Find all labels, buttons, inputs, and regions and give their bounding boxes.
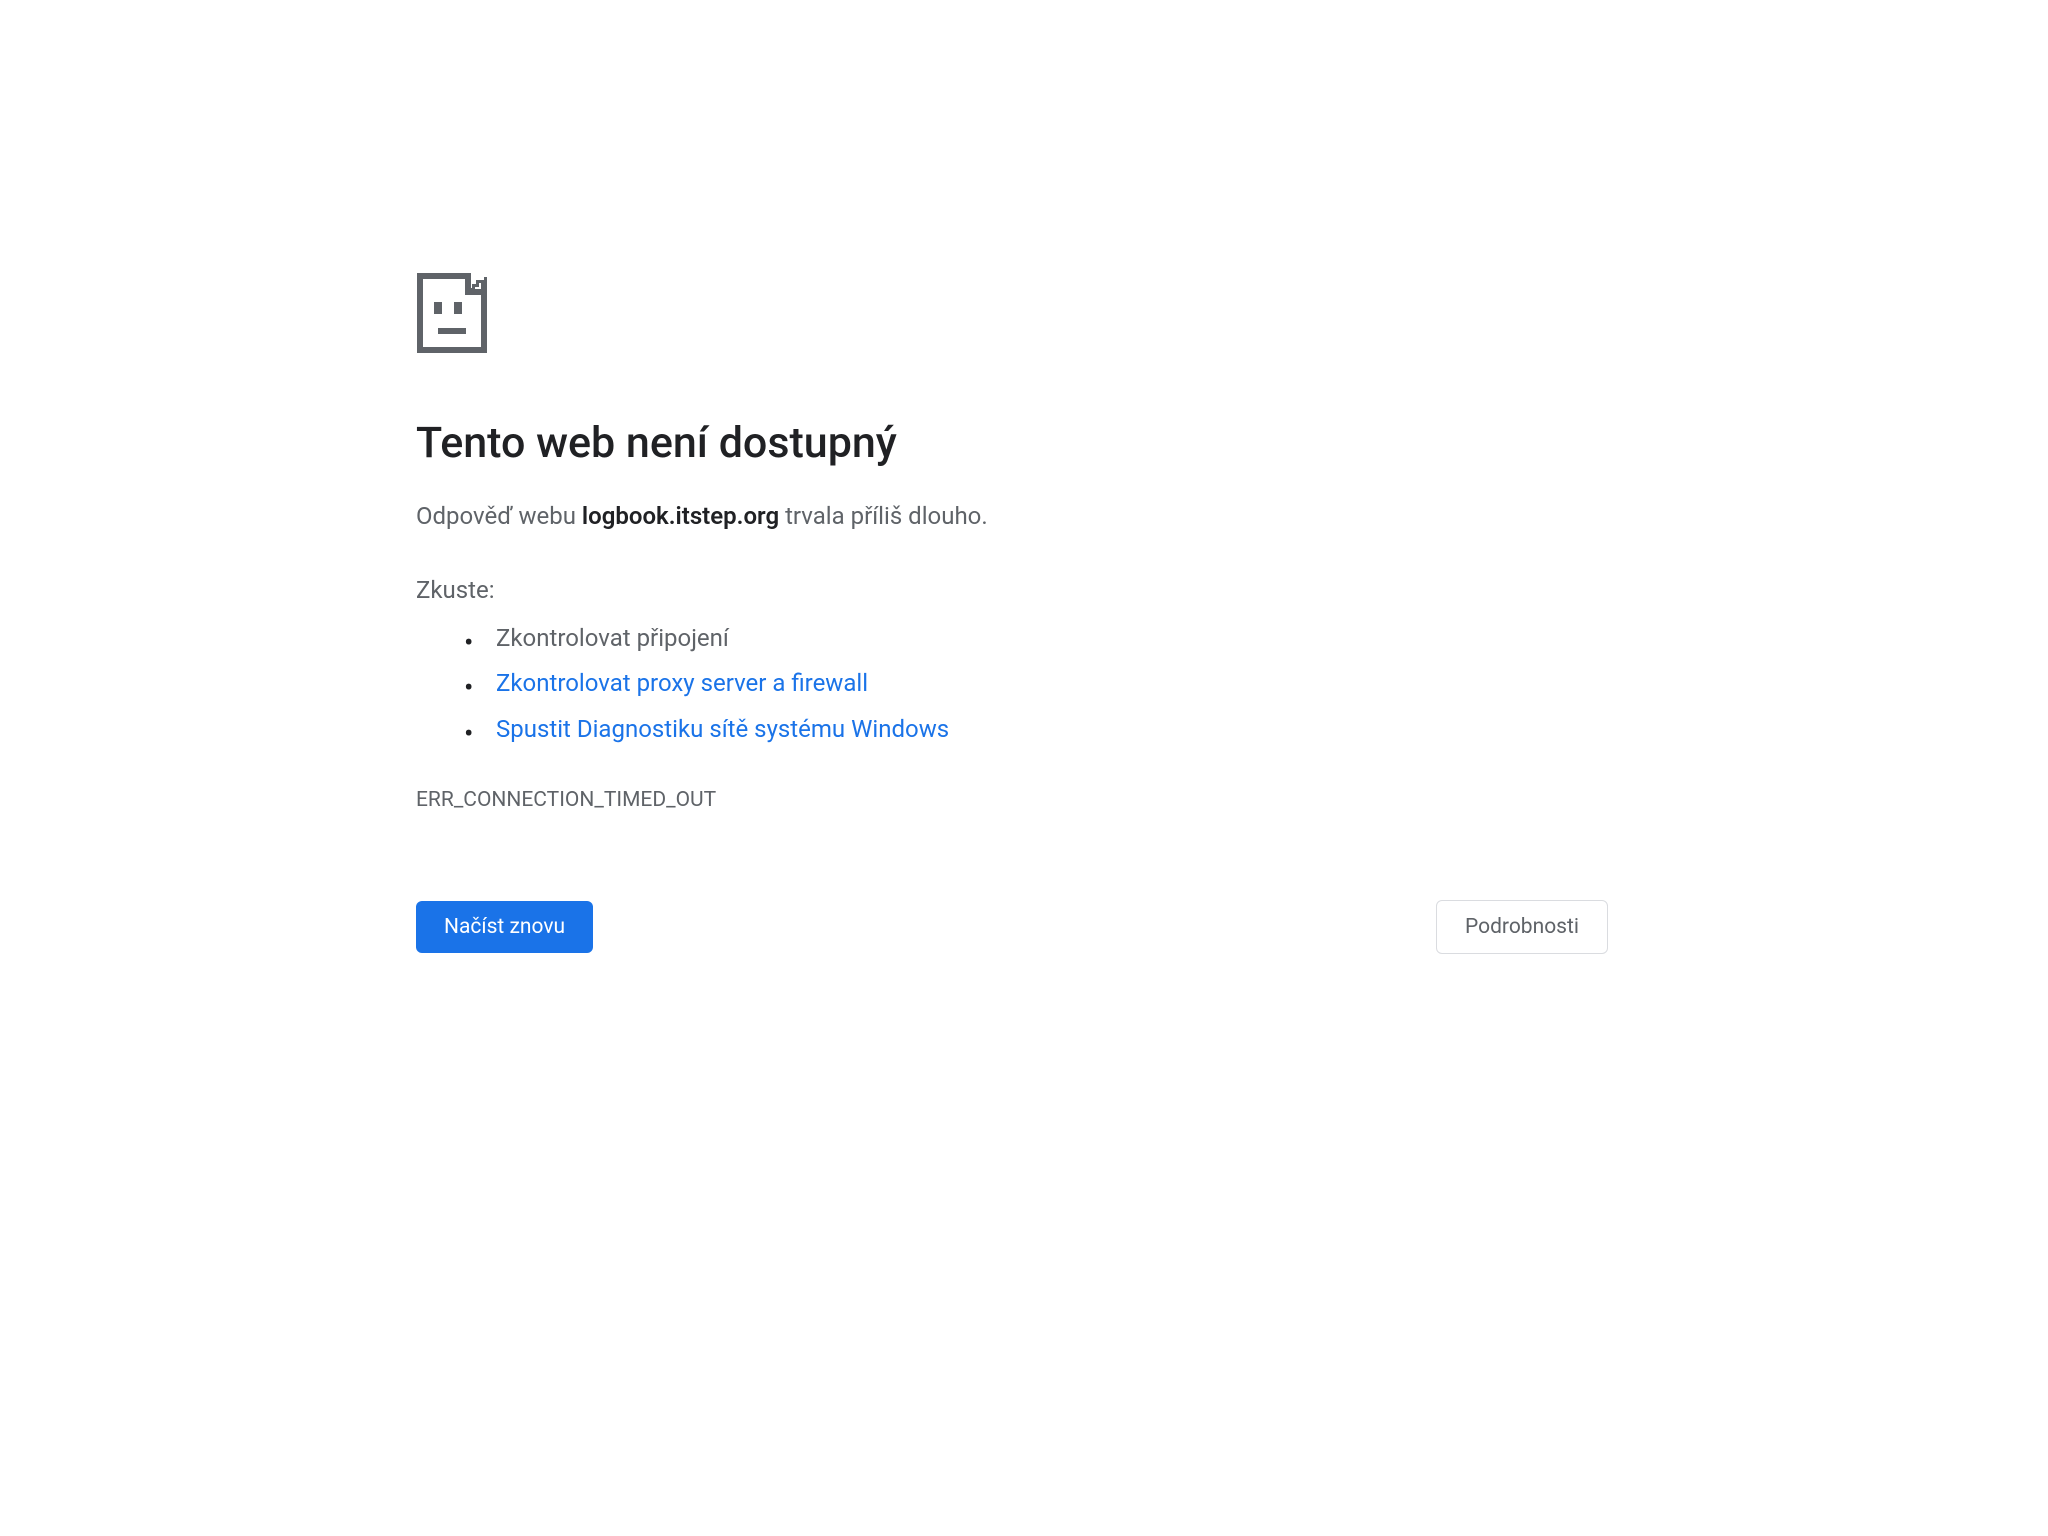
suggestion-windows-diagnostics[interactable]: Spustit Diagnostiku sítě systému Windows xyxy=(416,707,1608,753)
icon-wrapper xyxy=(416,272,1608,354)
suggestions-list: Zkontrolovat připojení Zkontrolovat prox… xyxy=(416,616,1608,753)
error-code: ERR_CONNECTION_TIMED_OUT xyxy=(416,788,1608,812)
suggestion-check-connection: Zkontrolovat připojení xyxy=(416,616,1608,662)
reload-button[interactable]: Načíst znovu xyxy=(416,901,593,953)
page-title: Tento web není dostupný xyxy=(416,418,1608,470)
button-row: Načíst znovu Podrobnosti xyxy=(416,900,1608,954)
message-prefix: Odpověď webu xyxy=(416,502,582,530)
message-suffix: trvala příliš dlouho. xyxy=(779,502,988,530)
error-page-container: Tento web není dostupný Odpověď webu log… xyxy=(416,272,1608,954)
try-label: Zkuste: xyxy=(416,576,1608,604)
sad-page-icon xyxy=(416,272,488,354)
error-message: Odpověď webu logbook.itstep.org trvala p… xyxy=(416,498,1608,534)
message-host: logbook.itstep.org xyxy=(582,502,779,530)
details-button[interactable]: Podrobnosti xyxy=(1436,900,1608,954)
suggestion-proxy-firewall[interactable]: Zkontrolovat proxy server a firewall xyxy=(416,661,1608,707)
